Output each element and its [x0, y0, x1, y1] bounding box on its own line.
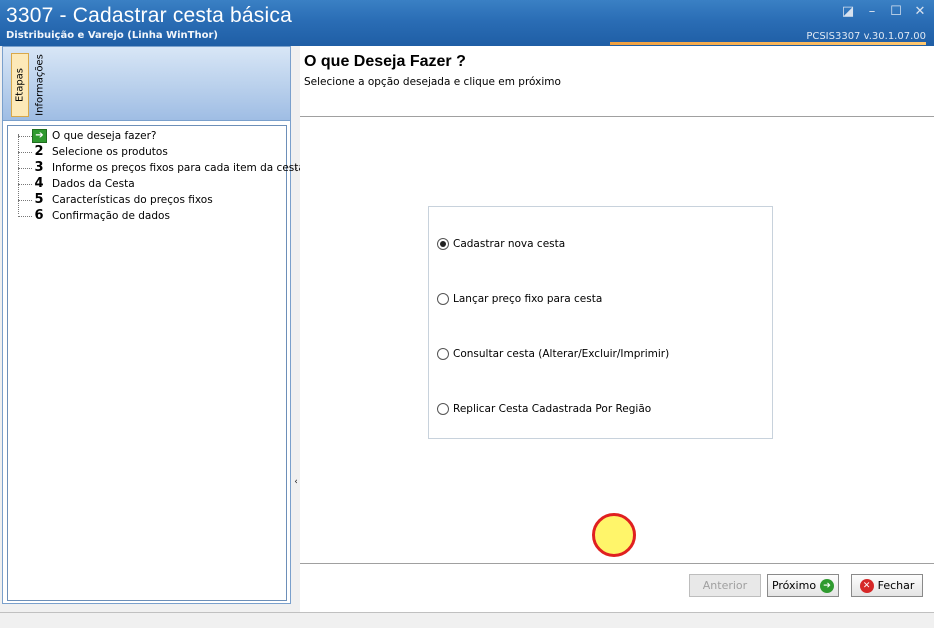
step-label: O que deseja fazer?: [52, 130, 157, 142]
next-button-label: Próximo: [771, 579, 817, 592]
arrow-right-icon: ➔: [32, 129, 47, 143]
steps-panel: Etapas Informações ➔ O que deseja fazer?…: [2, 46, 305, 604]
step-number: 6: [34, 208, 44, 223]
close-button[interactable]: ✕ Fechar: [851, 574, 923, 597]
tab-strip: Etapas Informações: [3, 47, 290, 121]
options-group: Cadastrar nova cesta Lançar preço fixo p…: [428, 206, 773, 439]
step-label: Confirmação de dados: [52, 210, 170, 222]
step-label: Características do preços fixos: [52, 194, 213, 206]
tree-connector: [18, 216, 32, 217]
step-number: 5: [34, 192, 44, 207]
tree-connector: [18, 184, 32, 185]
tree-connector: [18, 136, 32, 137]
step-item[interactable]: 3 Informe os preços fixos para cada item…: [8, 160, 305, 176]
title-accent: [610, 42, 926, 45]
click-indicator: [592, 513, 636, 557]
radio-button[interactable]: [437, 348, 449, 360]
step-item[interactable]: 5 Características do preços fixos: [8, 192, 286, 208]
step-item[interactable]: ➔ O que deseja fazer?: [8, 128, 286, 144]
window-subtitle: Distribuição e Varejo (Linha WinThor): [6, 30, 218, 41]
close-circle-icon: ✕: [859, 578, 874, 593]
previous-button[interactable]: Anterior: [689, 574, 761, 597]
steps-list: ➔ O que deseja fazer? 2 Selecione os pro…: [7, 125, 305, 601]
tree-connector: [18, 152, 32, 153]
close-button-label: Fechar: [877, 579, 915, 592]
version-label: PCSIS3307 v.30.1.07.00: [806, 31, 926, 42]
page-title: O que Deseja Fazer ?: [304, 53, 466, 70]
step-item[interactable]: 4 Dados da Cesta: [8, 176, 286, 192]
option-replicar-cesta[interactable]: Replicar Cesta Cadastrada Por Região: [437, 403, 651, 415]
main-panel: O que Deseja Fazer ? Selecione a opção d…: [300, 46, 934, 628]
step-number: 3: [34, 160, 44, 175]
window-title: 3307 - Cadastrar cesta básica: [6, 4, 292, 27]
previous-button-label: Anterior: [702, 579, 748, 592]
tree-connector: [18, 168, 32, 169]
restore-icon[interactable]: ◪: [840, 4, 856, 20]
divider: [300, 116, 934, 117]
step-number: 2: [34, 144, 44, 159]
maximize-icon[interactable]: ☐: [888, 4, 904, 20]
tab-informacoes-label: Informações: [34, 54, 46, 116]
panel-splitter[interactable]: ‹ ‹: [292, 160, 300, 492]
step-label: Informe os preços fixos para cada item d…: [52, 162, 305, 174]
title-bar: 3307 - Cadastrar cesta básica Distribuiç…: [0, 0, 934, 46]
step-item[interactable]: 6 Confirmação de dados: [8, 208, 286, 224]
tree-connector: [18, 200, 32, 201]
divider: [300, 563, 934, 564]
step-number: 4: [34, 176, 44, 191]
collapse-left-icon[interactable]: ‹: [292, 164, 300, 176]
step-item[interactable]: 2 Selecione os produtos: [8, 144, 286, 160]
option-label: Cadastrar nova cesta: [453, 238, 566, 250]
radio-button[interactable]: [437, 403, 449, 415]
arrow-right-circle-icon: ➔: [820, 578, 835, 593]
window-controls: ◪ – ☐ ✕: [840, 4, 928, 20]
next-button[interactable]: Próximo ➔: [767, 574, 839, 597]
tab-etapas-label: Etapas: [14, 67, 26, 103]
option-label: Replicar Cesta Cadastrada Por Região: [453, 403, 652, 415]
option-cadastrar-nova-cesta[interactable]: Cadastrar nova cesta: [437, 238, 565, 250]
option-label: Lançar preço fixo para cesta: [453, 293, 603, 305]
radio-button[interactable]: [437, 293, 449, 305]
collapse-left-icon[interactable]: ‹: [292, 476, 300, 488]
tab-etapas[interactable]: Etapas: [11, 53, 29, 117]
status-strip: [0, 612, 934, 628]
option-consultar-cesta[interactable]: Consultar cesta (Alterar/Excluir/Imprimi…: [437, 348, 669, 360]
step-label: Dados da Cesta: [52, 178, 135, 190]
minimize-icon[interactable]: –: [864, 4, 880, 20]
tab-informacoes[interactable]: Informações: [31, 53, 49, 117]
step-label: Selecione os produtos: [52, 146, 168, 158]
page-subtitle: Selecione a opção desejada e clique em p…: [304, 76, 561, 88]
option-lancar-preco-fixo[interactable]: Lançar preço fixo para cesta: [437, 293, 602, 305]
radio-button[interactable]: [437, 238, 449, 250]
option-label: Consultar cesta (Alterar/Excluir/Imprimi…: [453, 348, 670, 360]
close-icon[interactable]: ✕: [912, 4, 928, 20]
